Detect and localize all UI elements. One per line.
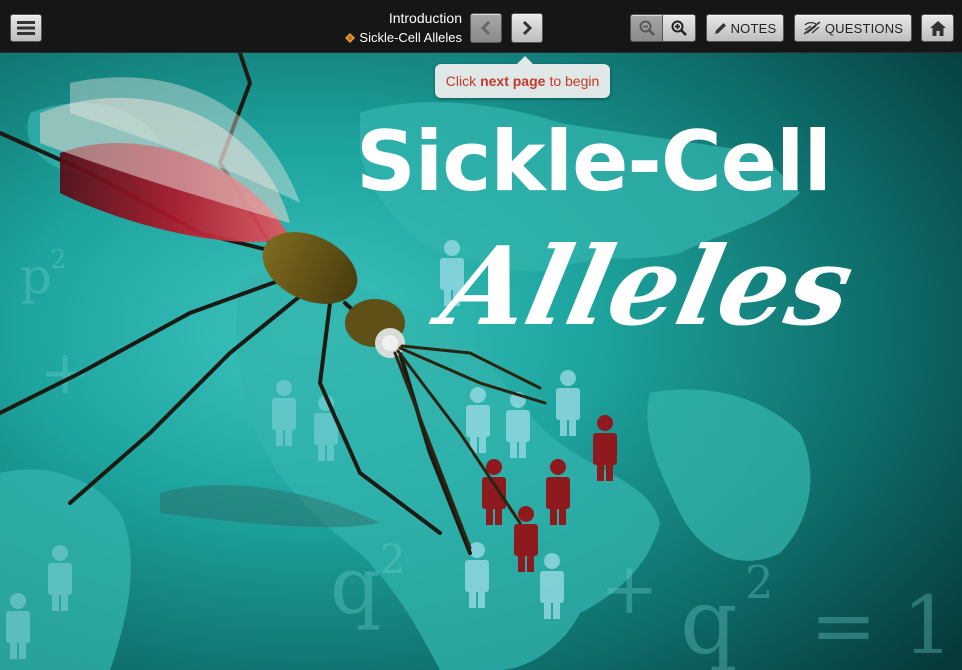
section-title: Introduction: [388, 10, 462, 26]
zoom-out-icon: [639, 20, 655, 36]
notes-label: NOTES: [730, 20, 777, 36]
notes-button[interactable]: NOTES: [706, 14, 784, 42]
cover-illustration: p 2 + q 2 + q 2 = 1 Sickle-Cell Alleles …: [0, 53, 962, 670]
previous-page-button[interactable]: [470, 13, 502, 43]
lesson-subtitle: Sickle-Cell Alleles: [345, 29, 462, 46]
svg-text:= 1: = 1: [810, 579, 953, 670]
questions-button[interactable]: QUESTIONS: [794, 14, 912, 42]
lesson-subtitle-text: Sickle-Cell Alleles: [359, 30, 462, 45]
next-page-button[interactable]: [511, 13, 543, 43]
svg-text:q: q: [680, 570, 738, 670]
questions-icon: [803, 21, 821, 35]
svg-text:2: 2: [380, 537, 405, 583]
chevron-right-icon: [522, 21, 532, 35]
questions-label: QUESTIONS: [824, 20, 904, 36]
menu-button[interactable]: [10, 14, 42, 42]
pencil-icon: [714, 22, 726, 34]
tooltip-prefix: Click: [445, 73, 477, 89]
svg-text:2: 2: [745, 556, 774, 609]
tooltip-emphasis: next page: [480, 73, 546, 89]
zoom-in-icon: [671, 20, 687, 36]
lesson-title-block: Introduction Sickle-Cell Alleles: [345, 10, 462, 46]
svg-text:q: q: [330, 539, 381, 632]
top-toolbar: Introduction Sickle-Cell Alleles NOTES Q…: [0, 0, 962, 53]
hamburger-menu-icon: [17, 21, 35, 35]
svg-text:2: 2: [50, 245, 67, 275]
lesson-bullet-icon: [345, 32, 356, 43]
home-button[interactable]: [921, 14, 954, 42]
cover-title-line1: Sickle-Cell: [356, 113, 832, 210]
zoom-out-button[interactable]: [630, 14, 663, 42]
tooltip-suffix: to begin: [549, 73, 600, 89]
start-hint-tooltip: Click next page to begin: [435, 56, 610, 98]
chevron-left-icon: [481, 21, 491, 35]
svg-text:+: +: [600, 548, 659, 630]
home-icon: [929, 20, 946, 36]
cover-title-line2: Alleles: [431, 224, 864, 350]
svg-text:p: p: [20, 247, 52, 305]
zoom-in-button[interactable]: [662, 14, 696, 42]
